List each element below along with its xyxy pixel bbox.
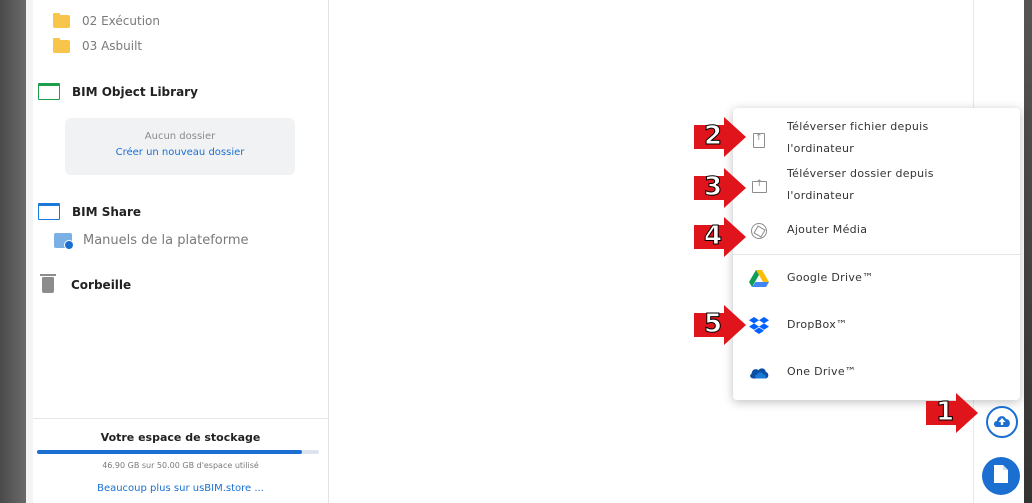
trash-icon [40, 274, 56, 293]
menu-item-label: Téléverser fichier depuis [787, 120, 929, 133]
section-bim-object-library[interactable]: BIM Object Library [38, 83, 198, 100]
document-icon [994, 465, 1008, 487]
tree-item-03-asbuilt[interactable]: 03 Asbuilt [53, 37, 143, 53]
app-root: 02 Exécution 03 Asbuilt BIM Object Libra… [0, 0, 1032, 503]
storage-used-text: 46.90 GB sur 50.00 GB d'espace utilisé [102, 461, 259, 470]
menu-item-label: One Drive™ [787, 365, 857, 378]
aperture-icon [749, 221, 769, 241]
annotation-number: 1 [935, 397, 955, 428]
empty-folder-box: Aucun dossier Créer un nouveau dossier [65, 118, 295, 175]
section-bim-share[interactable]: BIM Share [38, 203, 141, 220]
upload-menu: Téléverser fichier depuis l'ordinateur T… [733, 108, 1020, 400]
google-drive-icon [749, 269, 769, 289]
annotation-number: 5 [703, 309, 723, 340]
menu-separator [733, 254, 1020, 255]
cloud-upload-icon [993, 413, 1011, 432]
folder-outline-icon [38, 203, 60, 220]
storage-progress-bar [37, 450, 319, 454]
annotation-arrow-4: 4 [694, 217, 746, 257]
storage-upgrade-link[interactable]: Beaucoup plus sur usBIM.store ... [33, 483, 328, 494]
menu-item-label: DropBox™ [787, 318, 848, 331]
annotation-arrow-2: 2 [694, 117, 746, 157]
section-label: Corbeille [71, 278, 132, 292]
left-background-strip [0, 0, 26, 503]
menu-item-upload-folder[interactable]: Téléverser dossier depuis l'ordinateur [733, 163, 1020, 207]
annotation-number: 4 [703, 221, 723, 252]
empty-folder-text: Aucun dossier [144, 131, 216, 142]
menu-item-add-media[interactable]: Ajouter Média [733, 219, 1020, 243]
annotation-arrow-1: 1 [926, 393, 978, 433]
folder-upload-icon [749, 177, 769, 197]
tree-item-label: 03 Asbuilt [82, 39, 143, 53]
folder-icon [53, 37, 70, 53]
folder-icon [53, 12, 70, 28]
sidebar: 02 Exécution 03 Asbuilt BIM Object Libra… [33, 0, 329, 503]
menu-item-label: Téléverser dossier depuis [787, 167, 934, 180]
annotation-arrow-3: 3 [694, 168, 746, 208]
menu-item-onedrive[interactable]: One Drive™ [733, 361, 1020, 385]
create-folder-link[interactable]: Créer un nouveau dossier [65, 147, 295, 158]
tree-item-manuels[interactable]: Manuels de la plateforme [54, 233, 249, 250]
menu-item-dropbox[interactable]: DropBox™ [733, 314, 1020, 338]
menu-item-google-drive[interactable]: Google Drive™ [733, 267, 1020, 291]
storage-progress-fill [37, 450, 302, 454]
menu-item-upload-file[interactable]: Téléverser fichier depuis l'ordinateur [733, 116, 1020, 160]
section-label: BIM Share [72, 204, 142, 219]
annotation-number: 3 [703, 172, 723, 203]
annotation-number: 2 [703, 121, 723, 152]
right-background-strip [1024, 0, 1032, 503]
folder-outline-icon [38, 83, 60, 100]
tree-item-02-execution[interactable]: 02 Exécution [53, 12, 160, 28]
menu-item-label: l'ordinateur [787, 142, 855, 155]
annotation-arrow-5: 5 [694, 305, 746, 345]
file-upload-icon [749, 130, 769, 150]
new-document-button[interactable] [982, 457, 1020, 495]
storage-panel: Votre espace de stockage 46.90 GB sur 50… [33, 418, 328, 503]
section-corbeille[interactable]: Corbeille [40, 274, 132, 293]
onedrive-icon [749, 363, 769, 383]
menu-item-label: l'ordinateur [787, 189, 855, 202]
dropbox-icon [749, 316, 769, 336]
tree-item-label: Manuels de la plateforme [83, 233, 249, 248]
left-gap [26, 0, 33, 503]
tree-item-label: 02 Exécution [82, 14, 160, 28]
menu-item-label: Google Drive™ [787, 271, 874, 284]
menu-item-label: Ajouter Média [787, 223, 868, 236]
storage-title: Votre espace de stockage [100, 431, 261, 444]
cloud-upload-button[interactable] [986, 406, 1018, 438]
shared-folder-icon [54, 233, 74, 250]
section-label: BIM Object Library [72, 84, 198, 99]
